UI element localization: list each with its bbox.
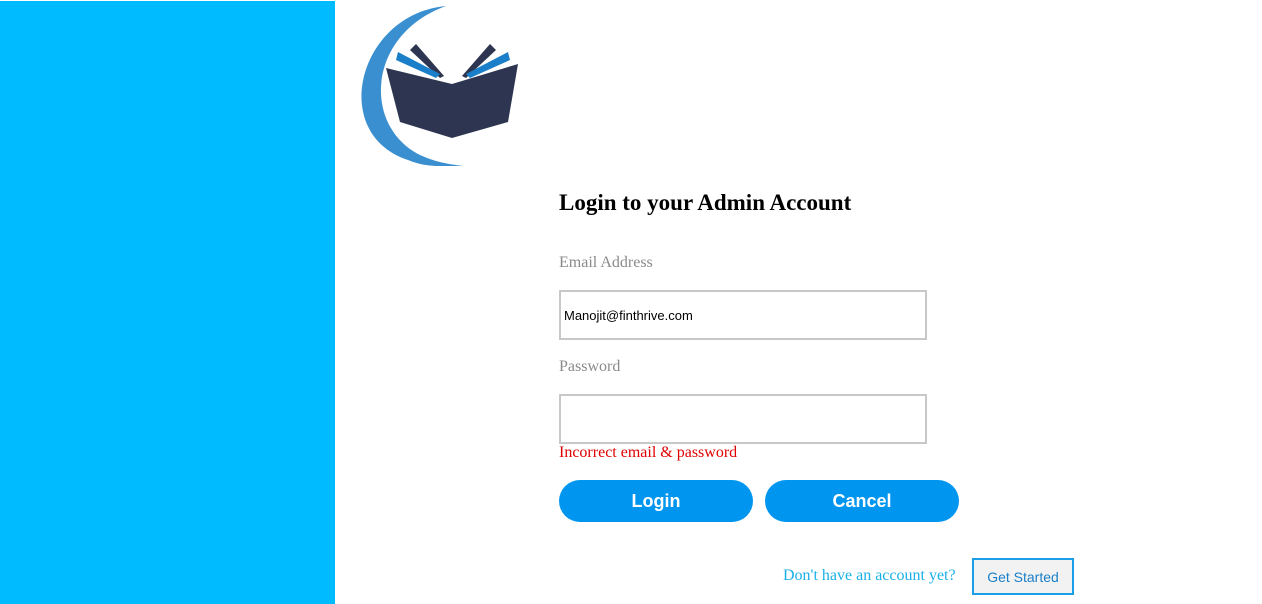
email-field[interactable] (559, 290, 927, 340)
error-message: Incorrect email & password (559, 444, 738, 461)
get-started-button[interactable]: Get Started (972, 558, 1074, 595)
signup-prompt: Don't have an account yet? (783, 567, 956, 584)
side-panel (0, 1, 335, 604)
password-label: Password (559, 358, 621, 375)
page-title: Login to your Admin Account (559, 190, 852, 215)
email-label: Email Address (559, 254, 653, 271)
book-logo-icon (348, 4, 524, 170)
password-field[interactable] (559, 394, 927, 444)
login-button[interactable]: Login (559, 480, 753, 522)
cancel-button[interactable]: Cancel (765, 480, 959, 522)
